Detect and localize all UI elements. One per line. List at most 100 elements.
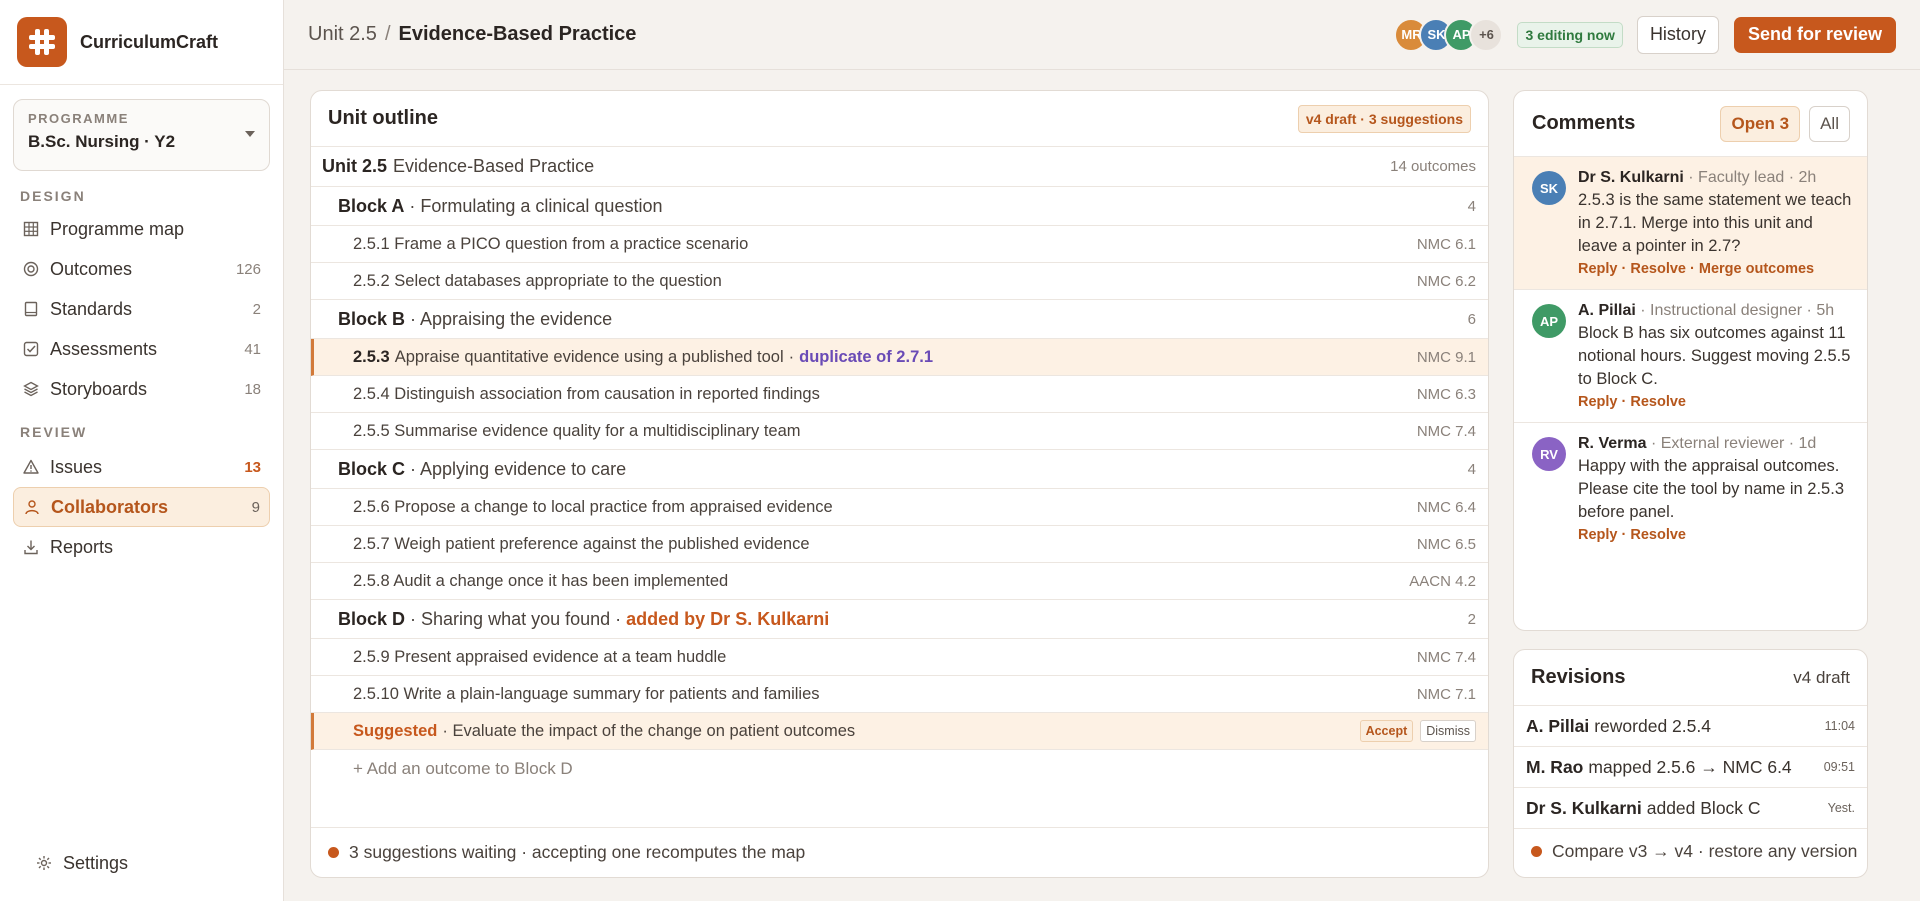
comment: SK Dr S. Kulkarni · Faculty lead · 2h 2.… — [1514, 157, 1867, 290]
standard-code: NMC 6.2 — [1416, 272, 1476, 290]
sidebar-item-reports[interactable]: Reports — [13, 527, 270, 567]
standard-code: NMC 6.3 — [1416, 385, 1476, 403]
compare-versions-link[interactable]: Compare v3 → v4 · restore any version — [1514, 829, 1867, 874]
sidebar-item-assessments[interactable]: Assessments 41 — [13, 329, 270, 369]
outcome-text: 2.5.5 Summarise evidence quality for a m… — [353, 421, 801, 440]
history-button[interactable]: History — [1636, 15, 1719, 54]
sidebar-item-label: Standards — [50, 298, 133, 319]
sidebar-item-label: Reports — [50, 536, 114, 557]
block-count: 2 — [1467, 610, 1476, 628]
nav-section-review: REVIEW — [20, 424, 88, 440]
sidebar-item-standards[interactable]: Standards 2 — [13, 289, 270, 329]
programme-select[interactable]: PROGRAMME B.Sc. Nursing · Y2 — [13, 99, 270, 171]
outcome-row[interactable]: 2.5.2 Select databases appropriate to th… — [311, 263, 1488, 300]
sidebar-item-count: 2 — [252, 300, 261, 318]
block-row[interactable]: Block C · Applying evidence to care 4 — [311, 450, 1488, 489]
duplicate-link[interactable]: duplicate of 2.7.1 — [799, 348, 933, 367]
sidebar-item-label: Assessments — [50, 338, 158, 359]
comment-author: A. Pillai — [1578, 302, 1636, 319]
standard-code: NMC 6.5 — [1416, 535, 1476, 553]
outcome-row[interactable]: 2.5.6 Propose a change to local practice… — [311, 489, 1488, 526]
comment-actions[interactable]: Reply · Resolve — [1578, 527, 1853, 543]
comment-actions[interactable]: Reply · Resolve · Merge outcomes — [1578, 261, 1853, 277]
outcome-text: 2.5.6 Propose a change to local practice… — [353, 497, 833, 516]
comment-meta: · Instructional designer · 5h — [1640, 302, 1835, 319]
standard-code: NMC 7.1 — [1416, 685, 1476, 703]
send-for-review-button[interactable]: Send for review — [1733, 16, 1896, 53]
block-name: · Appraising the evidence — [410, 308, 613, 329]
revision-row[interactable]: M. Rao mapped 2.5.6 → NMC 6.4 09:51 — [1514, 747, 1867, 788]
outcome-text: 2.5.2 Select databases appropriate to th… — [353, 271, 722, 290]
comment: RV R. Verma · External reviewer · 1d Hap… — [1514, 423, 1867, 555]
sidebar-item-count: 18 — [244, 380, 261, 398]
brand-name: CurriculumCraft — [80, 31, 219, 52]
block-name: · Formulating a clinical question — [409, 195, 663, 216]
tab-all[interactable]: All — [1809, 105, 1850, 142]
unit-outline-panel: Unit outline v4 draft · 3 suggestions Un… — [310, 90, 1489, 878]
revision-row[interactable]: Dr S. Kulkarni added Block C Yest. — [1514, 788, 1867, 829]
revisions-title: Revisions — [1531, 666, 1626, 688]
add-outcome-button[interactable]: + Add an outcome to Block D — [311, 750, 1488, 787]
page-title: Evidence-Based Practice — [398, 23, 637, 45]
outcome-row[interactable]: 2.5.7 Weigh patient preference against t… — [311, 526, 1488, 563]
standard-code: NMC 6.4 — [1416, 498, 1476, 516]
status-dot-icon — [328, 847, 339, 858]
sidebar-item-label: Settings — [63, 852, 129, 873]
breadcrumb-separator: / — [384, 23, 391, 45]
block-name: · Sharing what you found — [410, 608, 611, 629]
chevron-down-icon — [245, 131, 255, 137]
unit-code: Unit 2.5 — [322, 156, 388, 176]
outline-footer: 3 suggestions waiting · accepting one re… — [311, 827, 1488, 877]
sidebar-item-count: 13 — [244, 458, 261, 476]
outcome-row[interactable]: 2.5.8 Audit a change once it has been im… — [311, 563, 1488, 600]
block-row[interactable]: Block B · Appraising the evidence 6 — [311, 300, 1488, 339]
outcome-text: 2.5.8 Audit a change once it has been im… — [353, 571, 729, 590]
block-row[interactable]: Block D · Sharing what you found · added by… — [311, 600, 1488, 639]
outcome-row[interactable]: 2.5.1 Frame a PICO question from a pract… — [311, 226, 1488, 263]
sidebar-item-outcomes[interactable]: Outcomes 126 — [13, 249, 270, 289]
topbar: Unit 2.5 / Evidence-Based Practice MR SK A… — [284, 0, 1920, 70]
accept-button[interactable]: Accept — [1359, 720, 1414, 742]
sidebar-item-storyboards[interactable]: Storyboards 18 — [13, 369, 270, 409]
revision-row[interactable]: A. Pillai reworded 2.5.4 11:04 — [1514, 706, 1867, 747]
revision-action: added Block C — [1646, 797, 1761, 818]
outcome-row-highlighted[interactable]: 2.5.3 Appraise quantitative evidence usin… — [311, 339, 1488, 376]
collaborator-avatars[interactable]: MR SK AP +6 — [1394, 17, 1504, 52]
comment-meta: · External reviewer · 1d — [1650, 435, 1817, 452]
tab-open[interactable]: Open 3 — [1720, 105, 1801, 142]
block-count: 4 — [1467, 197, 1476, 215]
outcome-text: 2.5.9 Present appraised evidence at a te… — [353, 647, 727, 666]
checkbox-icon — [22, 340, 40, 358]
sidebar: CurriculumCraft PROGRAMME B.Sc. Nursing … — [0, 0, 284, 901]
brand[interactable]: CurriculumCraft — [0, 0, 283, 85]
unit-row[interactable]: Unit 2.5 Evidence-Based Practice 14 outco… — [311, 147, 1488, 187]
comment-author: R. Verma — [1578, 435, 1647, 452]
outcome-text: Appraise quantitative evidence using a p… — [394, 347, 784, 366]
outcome-row[interactable]: 2.5.4 Distinguish association from causa… — [311, 376, 1488, 413]
sidebar-item-count: 9 — [251, 498, 260, 516]
outcome-row[interactable]: 2.5.10 Write a plain-language summary fo… — [311, 676, 1488, 713]
comment-text: 2.5.3 is the same statement we teach in … — [1578, 191, 1852, 255]
outcome-row[interactable]: 2.5.9 Present appraised evidence at a te… — [311, 639, 1488, 676]
suggested-outcome-row[interactable]: Suggested · Evaluate the impact of the ch… — [311, 713, 1488, 750]
revision-author: A. Pillai — [1526, 715, 1590, 736]
sidebar-item-settings[interactable]: Settings — [26, 843, 257, 883]
sidebar-item-issues[interactable]: Issues 13 — [13, 447, 270, 487]
block-row[interactable]: Block A · Formulating a clinical question… — [311, 187, 1488, 226]
outcome-row[interactable]: 2.5.5 Summarise evidence quality for a m… — [311, 413, 1488, 450]
comment-actions[interactable]: Reply · Resolve — [1578, 394, 1853, 410]
outcome-text: · Evaluate the impact of the change on p… — [442, 721, 856, 740]
sidebar-item-label: Programme map — [50, 218, 185, 239]
block-count: 4 — [1467, 460, 1476, 478]
sidebar-item-programme-map[interactable]: Programme map — [13, 209, 270, 249]
block-count: 6 — [1467, 310, 1476, 328]
revisions-panel: Revisions v4 draft A. Pillai reworded 2.5… — [1513, 649, 1868, 878]
added-by-tag: added by Dr S. Kulkarni — [626, 608, 830, 629]
user-icon — [23, 498, 41, 516]
sidebar-item-count: 126 — [235, 260, 261, 278]
suggestions-waiting-text: 3 suggestions waiting · accepting one re… — [349, 842, 806, 862]
dismiss-button[interactable]: Dismiss — [1420, 720, 1476, 742]
breadcrumb-parent[interactable]: Unit 2.5 — [308, 23, 377, 45]
sidebar-item-collaborators[interactable]: Collaborators 9 — [13, 487, 270, 527]
avatar-more[interactable]: +6 — [1469, 17, 1504, 52]
